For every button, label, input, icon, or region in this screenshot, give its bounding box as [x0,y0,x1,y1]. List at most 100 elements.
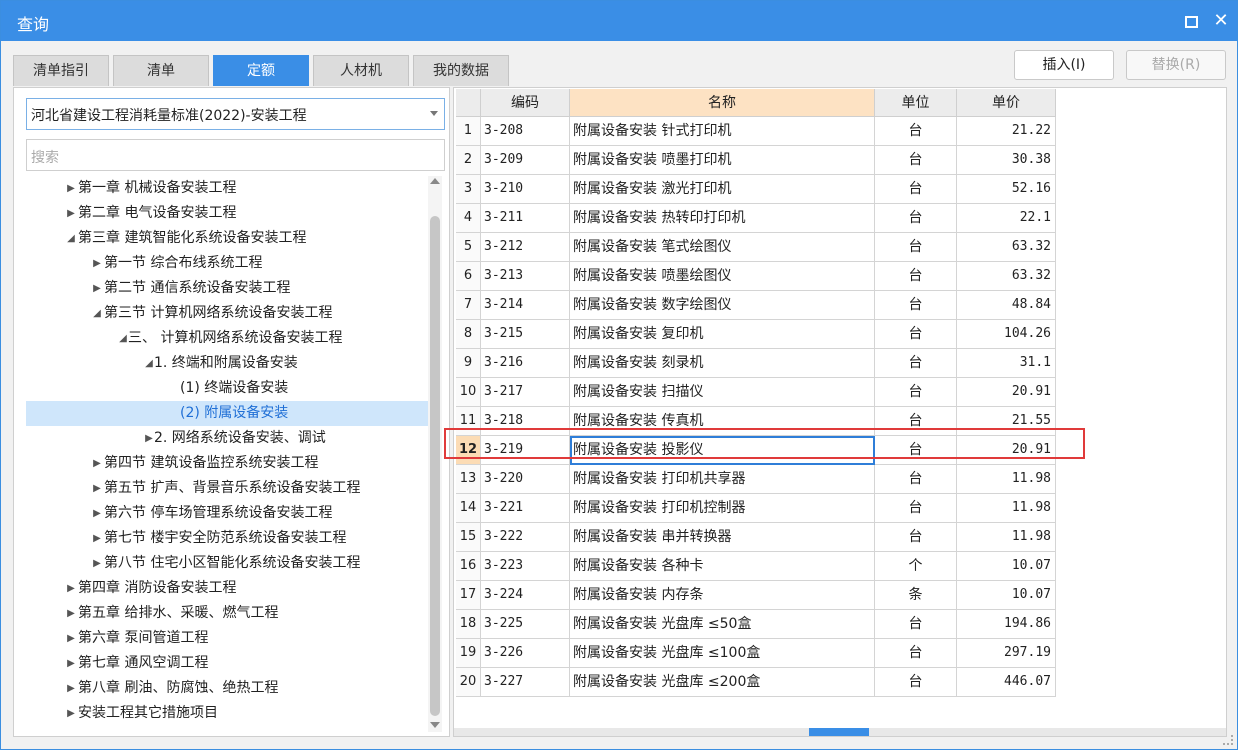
row-index[interactable]: 10 [456,378,481,407]
name-cell[interactable]: 附属设备安装 笔式绘图仪 [570,233,875,262]
price-cell[interactable]: 21.22 [957,117,1056,146]
price-cell[interactable]: 297.19 [957,639,1056,668]
unit-cell[interactable]: 台 [875,465,957,494]
unit-cell[interactable]: 台 [875,117,957,146]
code-cell[interactable]: 3-227 [481,668,570,697]
chevron-down-icon[interactable] [430,111,438,116]
name-cell[interactable]: 附属设备安装 激光打印机 [570,175,875,204]
price-cell[interactable]: 63.32 [957,233,1056,262]
name-cell[interactable]: 附属设备安装 传真机 [570,407,875,436]
collapsed-arrow-icon[interactable]: ▶ [64,676,78,701]
code-cell[interactable]: 3-220 [481,465,570,494]
table-row[interactable]: 13 3-220 附属设备安装 打印机共享器台 11.98 [456,465,1056,494]
tree-node[interactable]: ▶ 第四节 建筑设备监控系统安装工程 [26,451,428,476]
collapsed-arrow-icon[interactable]: ▶ [90,501,104,526]
scroll-down-icon[interactable] [430,722,440,728]
table-row[interactable]: 9 3-216 附属设备安装 刻录机台 31.1 [456,349,1056,378]
tree-node[interactable]: ▶ 第六章 泵间管道工程 [26,626,428,651]
table-row[interactable]: 15 3-222 附属设备安装 串并转换器台 11.98 [456,523,1056,552]
table-row[interactable]: 17 3-224 附属设备安装 内存条条 10.07 [456,581,1056,610]
tab-bill[interactable]: 清单 [113,55,209,86]
unit-cell[interactable]: 台 [875,407,957,436]
table-row[interactable]: 16 3-223 附属设备安装 各种卡个 10.07 [456,552,1056,581]
row-index[interactable]: 20 [456,668,481,697]
name-cell[interactable]: 附属设备安装 复印机 [570,320,875,349]
unit-cell[interactable]: 台 [875,436,957,465]
price-cell[interactable]: 194.86 [957,610,1056,639]
code-cell[interactable]: 3-212 [481,233,570,262]
name-cell[interactable]: 附属设备安装 光盘库 ≤50盒 [570,610,875,639]
insert-button[interactable]: 插入(I) [1014,50,1114,80]
table-row[interactable]: 11 3-218 附属设备安装 传真机台 21.55 [456,407,1056,436]
name-cell[interactable]: 附属设备安装 各种卡 [570,552,875,581]
unit-cell[interactable]: 台 [875,204,957,233]
row-index[interactable]: 12 [456,436,481,465]
price-cell[interactable]: 31.1 [957,349,1056,378]
row-index[interactable]: 15 [456,523,481,552]
tree-node[interactable]: ▶ 2. 网络系统设备安装、调试 [26,426,428,451]
table-row[interactable]: 3 3-210 附属设备安装 激光打印机台 52.16 [456,175,1056,204]
code-cell[interactable]: 3-211 [481,204,570,233]
scroll-up-icon[interactable] [430,178,440,184]
column-header-code[interactable]: 编码 [481,89,570,117]
code-cell[interactable]: 3-215 [481,320,570,349]
row-index[interactable]: 5 [456,233,481,262]
table-row[interactable]: 14 3-221 附属设备安装 打印机控制器台 11.98 [456,494,1056,523]
tree-node[interactable]: ▶ 安装工程其它措施项目 [26,701,428,726]
price-cell[interactable]: 20.91 [957,378,1056,407]
horizontal-scrollbar[interactable] [454,728,1226,736]
scroll-grip[interactable] [809,728,869,736]
code-cell[interactable]: 3-214 [481,291,570,320]
price-cell[interactable]: 11.98 [957,465,1056,494]
tree-node[interactable]: ▶ 第八章 刷油、防腐蚀、绝热工程 [26,676,428,701]
code-cell[interactable]: 3-222 [481,523,570,552]
collapsed-arrow-icon[interactable]: ▶ [64,176,78,201]
price-cell[interactable]: 52.16 [957,175,1056,204]
unit-cell[interactable]: 条 [875,581,957,610]
code-cell[interactable]: 3-209 [481,146,570,175]
table-row[interactable]: 20 3-227 附属设备安装 光盘库 ≤200盒台 446.07 [456,668,1056,697]
code-cell[interactable]: 3-226 [481,639,570,668]
tree-node[interactable]: ▶ 第一节 综合布线系统工程 [26,251,428,276]
unit-cell[interactable]: 台 [875,378,957,407]
price-cell[interactable]: 11.98 [957,523,1056,552]
tree-node[interactable]: ▶ 第五章 给排水、采暖、燃气工程 [26,601,428,626]
code-cell[interactable]: 3-221 [481,494,570,523]
collapsed-arrow-icon[interactable]: ▶ [64,626,78,651]
collapsed-arrow-icon[interactable]: ▶ [90,451,104,476]
tree-node[interactable]: ▶ 第七节 楼宇安全防范系统设备安装工程 [26,526,428,551]
unit-cell[interactable]: 台 [875,233,957,262]
row-index[interactable]: 8 [456,320,481,349]
name-cell[interactable]: 附属设备安装 扫描仪 [570,378,875,407]
unit-cell[interactable]: 台 [875,146,957,175]
name-cell[interactable]: 附属设备安装 数字绘图仪 [570,291,875,320]
code-cell[interactable]: 3-223 [481,552,570,581]
tree-node[interactable]: ◢ 第三节 计算机网络系统设备安装工程 [26,301,428,326]
price-cell[interactable]: 63.32 [957,262,1056,291]
tree-node[interactable]: ▶ 第一章 机械设备安装工程 [26,176,428,201]
maximize-icon[interactable] [1179,9,1203,33]
name-cell[interactable]: 附属设备安装 光盘库 ≤100盒 [570,639,875,668]
table-row[interactable]: 1 3-208 附属设备安装 针式打印机台 21.22 [456,117,1056,146]
tree-scrollbar[interactable] [428,176,442,732]
collapsed-arrow-icon[interactable]: ▶ [64,576,78,601]
expanded-arrow-icon[interactable]: ◢ [90,301,104,326]
price-cell[interactable]: 10.07 [957,581,1056,610]
scrollbar-thumb[interactable] [430,216,440,716]
unit-cell[interactable]: 台 [875,610,957,639]
unit-cell[interactable]: 台 [875,349,957,378]
tab-labor-material-machine[interactable]: 人材机 [313,55,409,86]
table-row[interactable]: 2 3-209 附属设备安装 喷墨打印机台 30.38 [456,146,1056,175]
code-cell[interactable]: 3-216 [481,349,570,378]
row-index[interactable]: 6 [456,262,481,291]
row-index[interactable]: 3 [456,175,481,204]
unit-cell[interactable]: 台 [875,523,957,552]
row-index[interactable]: 18 [456,610,481,639]
name-cell[interactable]: 附属设备安装 针式打印机 [570,117,875,146]
table-row[interactable]: 4 3-211 附属设备安装 热转印打印机台 22.1 [456,204,1056,233]
table-row[interactable]: 5 3-212 附属设备安装 笔式绘图仪台 63.32 [456,233,1056,262]
collapsed-arrow-icon[interactable]: ▶ [90,276,104,301]
row-index[interactable]: 13 [456,465,481,494]
tree-node[interactable]: ◢ 第三章 建筑智能化系统设备安装工程 [26,226,428,251]
code-cell[interactable]: 3-210 [481,175,570,204]
